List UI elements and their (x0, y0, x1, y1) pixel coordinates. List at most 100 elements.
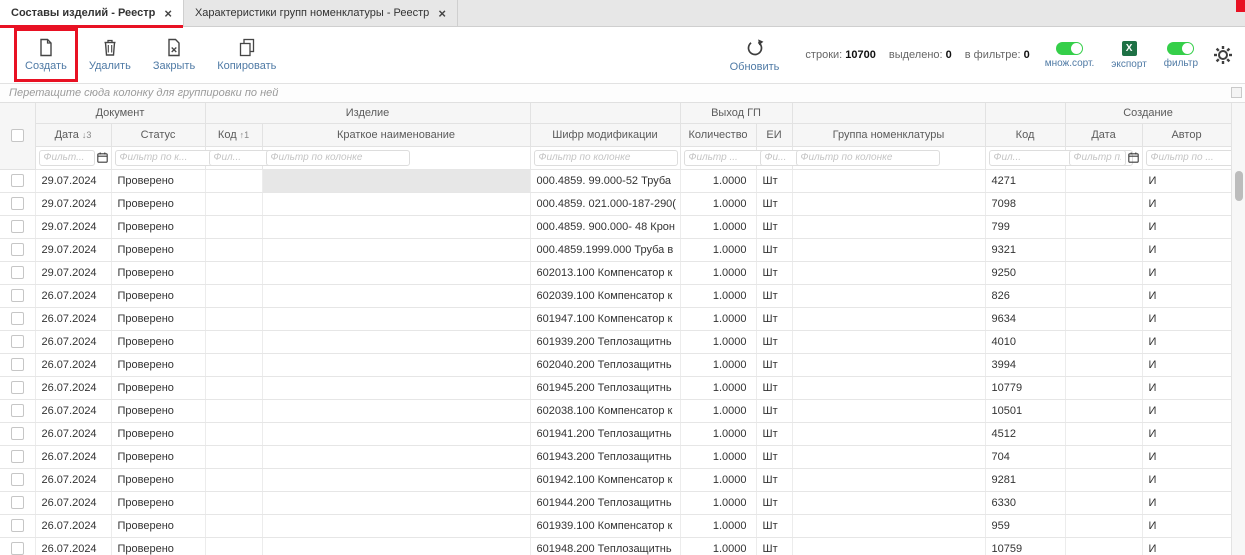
row-checkbox[interactable] (11, 312, 24, 325)
group-header-document[interactable]: Документ (35, 103, 205, 123)
table-row[interactable]: 26.07.2024 Проверено 601943.200 Теплозащ… (0, 445, 1231, 468)
row-checkbox[interactable] (11, 404, 24, 417)
vertical-scrollbar[interactable] (1231, 103, 1245, 555)
filter-toggle-switch[interactable] (1167, 42, 1194, 55)
column-header-modification-code[interactable]: Шифр модификации (530, 123, 680, 146)
filter-input-creation-date[interactable] (1069, 150, 1126, 166)
row-checkbox[interactable] (11, 473, 24, 486)
cell-doc-date: 26.07.2024 (35, 422, 111, 445)
row-checkbox[interactable] (11, 197, 24, 210)
cell-quantity: 1.0000 (680, 284, 756, 307)
table-row[interactable]: 26.07.2024 Проверено 601947.100 Компенса… (0, 307, 1231, 330)
row-checkbox-cell (0, 169, 35, 192)
filter-row (0, 146, 1231, 169)
cell-quantity: 1.0000 (680, 422, 756, 445)
tab-nomenclature-group-characteristics[interactable]: Характеристики групп номенклатуры - Реес… (184, 0, 458, 26)
row-checkbox[interactable] (11, 335, 24, 348)
cell-short-name (262, 330, 530, 353)
table-row[interactable]: 29.07.2024 Проверено 000.4859. 900.000- … (0, 215, 1231, 238)
column-header-code[interactable]: Код (985, 123, 1065, 146)
delete-button[interactable]: Удалить (78, 35, 142, 75)
table-row[interactable]: 26.07.2024 Проверено 601945.200 Теплозащ… (0, 376, 1231, 399)
row-checkbox[interactable] (11, 174, 24, 187)
cell-product-code (205, 445, 262, 468)
cell-code: 10759 (985, 537, 1065, 555)
stat-filtered-label: в фильтре: (965, 49, 1021, 61)
column-header-status[interactable]: Статус (111, 123, 205, 146)
export-button[interactable]: X экспорт (1109, 38, 1149, 73)
table-row[interactable]: 26.07.2024 Проверено 601948.200 Теплозащ… (0, 537, 1231, 555)
table-row[interactable]: 26.07.2024 Проверено 602038.100 Компенса… (0, 399, 1231, 422)
tab-product-compositions[interactable]: Составы изделий - Реестр × (0, 0, 184, 26)
group-header-gp-output[interactable]: Выход ГП (680, 103, 792, 123)
table-row[interactable]: 26.07.2024 Проверено 601941.200 Теплозащ… (0, 422, 1231, 445)
close-button-label: Закрыть (153, 60, 195, 72)
filter-input-modification-code[interactable] (534, 150, 678, 166)
row-checkbox[interactable] (11, 266, 24, 279)
column-header-unit[interactable]: ЕИ (756, 123, 792, 146)
column-header-product-code[interactable]: Код↑1 (205, 123, 262, 146)
grouping-dropzone[interactable]: Перетащите сюда колонку для группировки … (0, 84, 1245, 103)
row-checkbox[interactable] (11, 358, 24, 371)
scrollbar-thumb[interactable] (1235, 171, 1243, 201)
table-row[interactable]: 26.07.2024 Проверено 601939.100 Компенса… (0, 514, 1231, 537)
table-row[interactable]: 29.07.2024 Проверено 000.4859. 021.000-1… (0, 192, 1231, 215)
column-header-quantity[interactable]: Количество (680, 123, 756, 146)
multisort-toggle-switch[interactable] (1056, 42, 1083, 55)
column-header-creation-date[interactable]: Дата (1065, 123, 1142, 146)
cell-author: И (1142, 261, 1231, 284)
table-row[interactable]: 26.07.2024 Проверено 602039.100 Компенса… (0, 284, 1231, 307)
row-checkbox[interactable] (11, 381, 24, 394)
table-row[interactable]: 29.07.2024 Проверено 000.4859.1999.000 Т… (0, 238, 1231, 261)
table-row[interactable]: 29.07.2024 Проверено 000.4859. 99.000-52… (0, 169, 1231, 192)
table-row[interactable]: 29.07.2024 Проверено 602013.100 Компенса… (0, 261, 1231, 284)
filter-input-nomenclature-group[interactable] (796, 150, 940, 166)
create-button[interactable]: Создать (14, 35, 78, 75)
row-checkbox[interactable] (11, 427, 24, 440)
cell-author: И (1142, 399, 1231, 422)
column-header-doc-date[interactable]: Дата↓3 (35, 123, 111, 146)
stat-filtered: в фильтре: 0 (965, 49, 1030, 61)
table-row[interactable]: 26.07.2024 Проверено 601944.200 Теплозащ… (0, 491, 1231, 514)
cell-status: Проверено (111, 399, 205, 422)
filter-input-short-name[interactable] (266, 150, 410, 166)
row-checkbox[interactable] (11, 220, 24, 233)
column-header-short-name[interactable]: Краткое наименование (262, 123, 530, 146)
calendar-icon[interactable] (97, 152, 108, 163)
group-header-creation[interactable]: Создание (1065, 103, 1231, 123)
create-button-wrap: Создать (14, 35, 78, 75)
cell-nomenclature-group (792, 445, 985, 468)
refresh-button[interactable]: Обновить (719, 35, 791, 76)
tab-close-icon[interactable]: × (438, 7, 446, 20)
refresh-button-label: Обновить (730, 61, 780, 73)
cell-status: Проверено (111, 169, 205, 192)
filter-input-doc-date[interactable] (39, 150, 95, 166)
table-row[interactable]: 26.07.2024 Проверено 602040.200 Теплозащ… (0, 353, 1231, 376)
column-header-nomenclature-group[interactable]: Группа номенклатуры (792, 123, 985, 146)
multisort-toggle[interactable]: множ.сорт. (1045, 42, 1095, 69)
table-row[interactable]: 26.07.2024 Проверено 601942.100 Компенса… (0, 468, 1231, 491)
cell-product-code (205, 307, 262, 330)
cell-doc-date: 26.07.2024 (35, 491, 111, 514)
sort-indicator: ↓3 (82, 130, 92, 140)
toolbar-left-group: Создать Удалить Закрыть (14, 35, 287, 75)
column-label: Группа номенклатуры (833, 129, 945, 141)
tab-close-icon[interactable]: × (164, 7, 172, 20)
calendar-icon[interactable] (1128, 152, 1139, 163)
row-checkbox[interactable] (11, 450, 24, 463)
select-all-checkbox[interactable] (11, 129, 24, 142)
filter-toggle[interactable]: фильтр (1164, 42, 1198, 69)
row-checkbox[interactable] (11, 243, 24, 256)
group-header-product[interactable]: Изделие (205, 103, 530, 123)
copy-button[interactable]: Копировать (206, 35, 287, 75)
close-button[interactable]: Закрыть (142, 35, 206, 75)
settings-gear-icon[interactable] (1213, 45, 1233, 65)
row-checkbox[interactable] (11, 542, 24, 555)
column-chooser-button[interactable] (1231, 87, 1242, 98)
column-header-author[interactable]: Автор (1142, 123, 1231, 146)
cell-short-name (262, 514, 530, 537)
row-checkbox[interactable] (11, 519, 24, 532)
table-row[interactable]: 26.07.2024 Проверено 601939.200 Теплозащ… (0, 330, 1231, 353)
row-checkbox[interactable] (11, 496, 24, 509)
row-checkbox[interactable] (11, 289, 24, 302)
